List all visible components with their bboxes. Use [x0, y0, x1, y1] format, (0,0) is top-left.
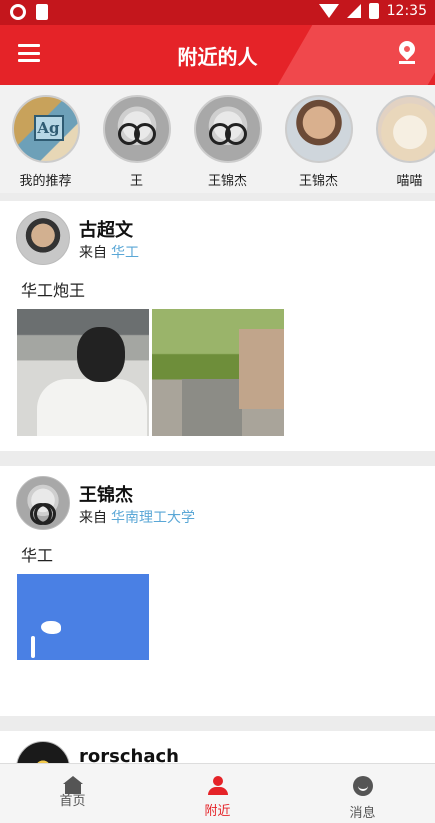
recommended-user[interactable]: 王锦杰: [273, 85, 364, 193]
post-text: 华工: [21, 546, 54, 565]
tab-home[interactable]: 首页: [0, 764, 145, 823]
recommended-user-label: 王锦杰: [207, 174, 247, 189]
post-photo[interactable]: [17, 574, 149, 660]
post-card[interactable]: 古超文 来自 华工 华工炮王: [0, 201, 435, 451]
recommended-user-label: 王: [129, 174, 143, 189]
recommended-users-strip[interactable]: Ag 我的推荐 王 王锦杰 王锦杰 喵喵: [0, 85, 435, 193]
avatar: [375, 95, 435, 163]
tab-nearby[interactable]: 附近: [145, 764, 290, 823]
post-card[interactable]: 王锦杰 来自 华南理工大学 华工: [0, 466, 435, 716]
post-author[interactable]: rorschach: [79, 746, 179, 763]
post-author[interactable]: 古超文: [79, 216, 133, 242]
battery-icon: [368, 3, 379, 19]
post-source: 来自 华南理工大学: [79, 510, 195, 526]
status-bar: 12:35: [0, 0, 435, 25]
avatar[interactable]: [16, 741, 70, 763]
recommended-user[interactable]: 王: [91, 85, 182, 193]
home-icon: [62, 776, 83, 794]
post-source: 来自 华工: [79, 245, 139, 261]
avatar: [284, 95, 353, 163]
avatar: [193, 95, 262, 163]
recommended-user-label: 我的推荐: [19, 174, 72, 189]
avatar: [102, 95, 171, 163]
school-link[interactable]: 华工: [111, 245, 139, 261]
record-icon: [10, 4, 26, 20]
sd-card-icon: [36, 4, 48, 20]
bottom-tab-bar: 首页 附近 消息: [0, 763, 435, 823]
post-card[interactable]: rorschach: [0, 731, 435, 763]
wifi-icon: [318, 4, 339, 18]
tab-messages[interactable]: 消息: [290, 764, 435, 823]
avatar: Ag: [11, 95, 80, 163]
post-text: 华工炮王: [21, 281, 86, 300]
school-link[interactable]: 华南理工大学: [111, 510, 195, 526]
post-photo[interactable]: [152, 309, 284, 436]
person-icon: [207, 776, 228, 795]
recommended-user[interactable]: 喵喵: [364, 85, 435, 193]
avatar[interactable]: [16, 211, 70, 265]
signal-icon: [346, 4, 361, 18]
page-title: 附近的人: [177, 45, 258, 69]
avatar[interactable]: [16, 476, 70, 530]
recommended-user-label: 喵喵: [396, 174, 423, 189]
recommended-user-label: 王锦杰: [298, 174, 338, 189]
location-icon[interactable]: [395, 37, 419, 65]
clock: 12:35: [386, 3, 427, 19]
app-bar: 附近的人: [0, 25, 435, 85]
post-author[interactable]: 王锦杰: [79, 481, 133, 507]
recommended-user[interactable]: 王锦杰: [182, 85, 273, 193]
post-photo[interactable]: [17, 309, 149, 436]
recommended-user[interactable]: Ag 我的推荐: [0, 85, 91, 193]
chat-icon: [352, 776, 373, 796]
